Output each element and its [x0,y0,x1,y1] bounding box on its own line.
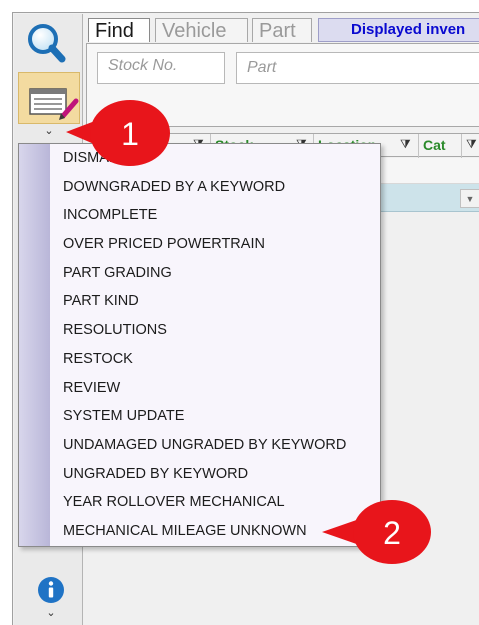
column-header-cat[interactable]: Cat [423,136,446,154]
menu-list: DISMANTLE DOWNGRADED BY A KEYWORD INCOMP… [19,144,380,546]
chevron-down-icon[interactable]: ⌄ [38,125,60,137]
cell-dropdown-button[interactable]: ▼ [460,189,479,208]
displayed-inventory-label: Displayed inven [318,18,479,42]
filter-icon[interactable]: ⧩ [400,137,412,151]
menu-item-resolutions[interactable]: RESOLUTIONS [19,316,380,345]
menu-item-part-kind[interactable]: PART KIND [19,287,380,316]
menu-item-review[interactable]: REVIEW [19,374,380,403]
menu-item-system-update[interactable]: SYSTEM UPDATE [19,402,380,431]
search-button[interactable] [18,17,76,67]
filter-icon[interactable]: ⧩ [466,137,478,151]
menu-item-downgraded-by-keyword[interactable]: DOWNGRADED BY A KEYWORD [19,173,380,202]
menu-item-undamaged-ungraded-by-keyword[interactable]: UNDAMAGED UNGRADED BY KEYWORD [19,431,380,460]
search-icon [28,24,66,63]
status-dropdown-menu: DISMANTLE DOWNGRADED BY A KEYWORD INCOMP… [18,143,381,547]
menu-item-restock[interactable]: RESTOCK [19,345,380,374]
menu-item-incomplete[interactable]: INCOMPLETE [19,201,380,230]
callout-2: 2 [322,500,431,564]
tab-part[interactable]: Part [252,18,312,42]
tab-find[interactable]: Find [88,18,150,42]
menu-item-part-grading[interactable]: PART GRADING [19,259,380,288]
info-icon [38,577,64,603]
tab-vehicle[interactable]: Vehicle [155,18,248,42]
callout-2-number: 2 [383,515,401,551]
stock-number-input[interactable]: Stock No. [97,52,225,84]
info-button[interactable] [36,575,66,605]
callout-1: 1 [66,100,170,166]
menu-item-ungraded-by-keyword[interactable]: UNGRADED BY KEYWORD [19,460,380,489]
menu-item-over-priced-powertrain[interactable]: OVER PRICED POWERTRAIN [19,230,380,259]
part-input[interactable]: Part [236,52,479,84]
info-chevron-down-icon[interactable]: ⌄ [42,607,60,619]
callout-1-number: 1 [121,116,139,152]
